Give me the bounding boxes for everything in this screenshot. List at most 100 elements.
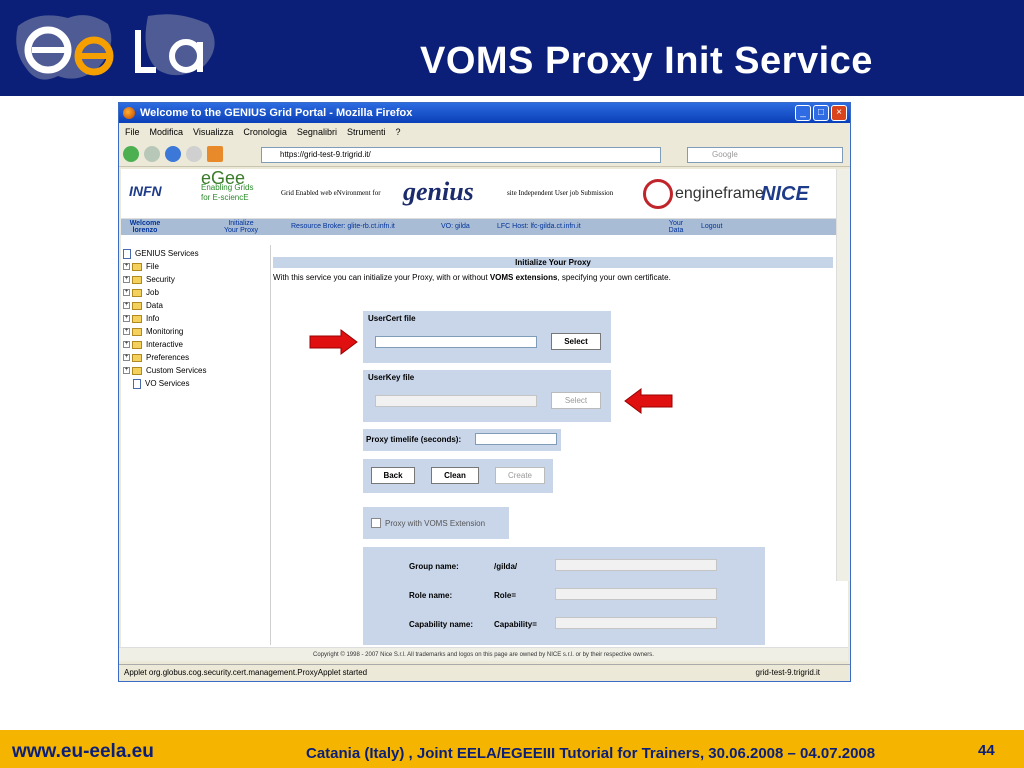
voms-attributes-box: Group name: /gilda/ Role name: Role= Cap… bbox=[363, 547, 765, 645]
folder-icon bbox=[132, 340, 142, 349]
group-name-value: /gilda/ bbox=[494, 562, 518, 571]
document-icon bbox=[133, 378, 141, 389]
expand-icon: + bbox=[123, 263, 130, 270]
tree-item-preferences[interactable]: + Preferences bbox=[121, 351, 270, 364]
firefox-icon bbox=[123, 107, 135, 119]
status-text: Applet org.globus.cog.security.cert.mana… bbox=[124, 668, 368, 677]
folder-icon bbox=[132, 366, 142, 375]
lifetime-box: Proxy timelife (seconds): bbox=[363, 429, 561, 451]
stop-icon[interactable] bbox=[186, 145, 202, 162]
folder-icon bbox=[132, 288, 142, 297]
capability-name-label: Capability name: bbox=[409, 620, 474, 629]
tree-root[interactable]: GENIUS Services bbox=[121, 247, 270, 260]
portal-tab-bar: Welcome lorenzo Initialize Your Proxy Reso… bbox=[121, 219, 848, 235]
tree-item-security[interactable]: + Security bbox=[121, 273, 270, 286]
tree-item-file[interactable]: + File bbox=[121, 260, 270, 273]
infn-logo: INFN bbox=[129, 183, 162, 199]
role-name-label: Role name: bbox=[409, 591, 453, 600]
back-icon[interactable] bbox=[123, 145, 139, 162]
menu-bar: File Modifica Visualizza Cronologia Segn… bbox=[119, 123, 850, 141]
egee-logo: eGee Enabling Grids for E-sciencE bbox=[201, 169, 271, 203]
reload-icon[interactable] bbox=[165, 145, 181, 162]
maximize-button[interactable]: □ bbox=[813, 105, 829, 121]
expand-icon: + bbox=[123, 289, 130, 296]
vertical-scrollbar[interactable] bbox=[836, 169, 850, 581]
capability-name-input[interactable] bbox=[555, 617, 717, 629]
lifetime-input[interactable] bbox=[475, 433, 557, 445]
proxy-form-area: Initialize Your Proxy With this service … bbox=[273, 245, 833, 645]
menu-file[interactable]: File bbox=[125, 127, 140, 137]
arrow-left-icon bbox=[624, 388, 673, 414]
tree-item-custom-services[interactable]: + Custom Services bbox=[121, 364, 270, 377]
web-page: INFN eGee Enabling Grids for E-sciencE G… bbox=[121, 169, 848, 661]
role-name-input[interactable] bbox=[555, 588, 717, 600]
genius-acronym-right: site Independent User job Submission bbox=[507, 189, 614, 197]
browser-titlebar: Welcome to the GENIUS Grid Portal - Mozi… bbox=[119, 103, 850, 123]
menu-cronologia[interactable]: Cronologia bbox=[243, 127, 287, 137]
expand-icon: + bbox=[123, 354, 130, 361]
tree-item-job[interactable]: + Job bbox=[121, 286, 270, 299]
expand-icon: + bbox=[123, 341, 130, 348]
expand-icon: + bbox=[123, 302, 130, 309]
usercert-input[interactable] bbox=[375, 336, 537, 348]
panel-title: Initialize Your Proxy bbox=[273, 257, 833, 268]
create-button[interactable]: Create bbox=[495, 467, 545, 484]
folder-icon bbox=[132, 314, 142, 323]
resource-broker-label: Resource Broker: glite-rb.ct.infn.it bbox=[291, 223, 395, 230]
services-tree: GENIUS Services + File + Security + Job + Da… bbox=[121, 245, 271, 645]
tree-item-info[interactable]: + Info bbox=[121, 312, 270, 325]
usercert-select-button[interactable]: Select bbox=[551, 333, 601, 350]
footer-caption: Catania (Italy) , Joint EELA/EGEEIII Tut… bbox=[306, 745, 876, 762]
clean-button[interactable]: Clean bbox=[431, 467, 479, 484]
folder-icon bbox=[132, 327, 142, 336]
lfc-host-label: LFC Host: lfc-gilda.ct.infn.it bbox=[497, 223, 581, 230]
group-name-label: Group name: bbox=[409, 562, 459, 571]
genius-acronym-left: Grid Enabled web eNvironment for bbox=[281, 189, 381, 197]
nice-logo: NICE bbox=[761, 183, 809, 205]
minimize-button[interactable]: _ bbox=[795, 105, 811, 121]
tree-item-vo-services[interactable]: VO Services bbox=[121, 377, 270, 390]
userkey-box: UserKey file Select bbox=[363, 370, 611, 422]
voms-checkbox[interactable] bbox=[371, 518, 381, 528]
expand-icon: + bbox=[123, 276, 130, 283]
genius-logo: genius bbox=[403, 177, 474, 206]
egee-logo-text: eGee bbox=[201, 169, 246, 188]
tree-item-interactive[interactable]: + Interactive bbox=[121, 338, 270, 351]
eela-logo bbox=[16, 14, 215, 80]
menu-strumenti[interactable]: Strumenti bbox=[347, 127, 386, 137]
userkey-input[interactable] bbox=[375, 395, 537, 407]
userkey-label: UserKey file bbox=[368, 373, 415, 382]
search-input[interactable]: Google bbox=[687, 147, 843, 163]
close-button[interactable]: × bbox=[831, 105, 847, 121]
egee-tagline-2: for E-sciencE bbox=[201, 193, 249, 202]
tab-welcome[interactable]: Welcome lorenzo bbox=[125, 220, 165, 234]
vo-label: VO: gilda bbox=[441, 223, 470, 230]
menu-help[interactable]: ? bbox=[395, 127, 400, 137]
group-name-input[interactable] bbox=[555, 559, 717, 571]
browser-window: Welcome to the GENIUS Grid Portal - Mozi… bbox=[118, 102, 851, 682]
menu-modifica[interactable]: Modifica bbox=[150, 127, 184, 137]
tree-item-data[interactable]: + Data bbox=[121, 299, 270, 312]
url-input[interactable]: https://grid-test-9.trigrid.it/ bbox=[261, 147, 661, 163]
tab-your-data[interactable]: Your Data bbox=[661, 220, 691, 234]
engineframe-logo: engineframe bbox=[643, 179, 764, 209]
home-icon[interactable] bbox=[207, 145, 223, 162]
site-url[interactable]: www.eu-eela.eu bbox=[12, 741, 154, 763]
browser-title: Welcome to the GENIUS Grid Portal - Mozi… bbox=[140, 107, 413, 119]
menu-segnalibri[interactable]: Segnalibri bbox=[297, 127, 337, 137]
page-number: 44 bbox=[978, 742, 995, 759]
egee-tagline-1: Enabling Grids bbox=[201, 183, 254, 192]
usercert-box: UserCert file Select bbox=[363, 311, 611, 363]
menu-visualizza[interactable]: Visualizza bbox=[193, 127, 233, 137]
logout-link[interactable]: Logout bbox=[701, 223, 722, 230]
forward-icon[interactable] bbox=[144, 145, 160, 162]
voms-box: Proxy with VOMS Extension bbox=[363, 507, 509, 539]
tab-initialize-proxy[interactable]: Initialize Your Proxy bbox=[211, 220, 271, 234]
tree-item-monitoring[interactable]: + Monitoring bbox=[121, 325, 270, 338]
folder-icon bbox=[132, 275, 142, 284]
expand-icon: + bbox=[123, 328, 130, 335]
back-button[interactable]: Back bbox=[371, 467, 415, 484]
copyright-text: Copyright © 1998 - 2007 Nice S.r.l. All … bbox=[313, 652, 654, 658]
userkey-select-button[interactable]: Select bbox=[551, 392, 601, 409]
actions-box: Back Clean Create bbox=[363, 459, 553, 493]
